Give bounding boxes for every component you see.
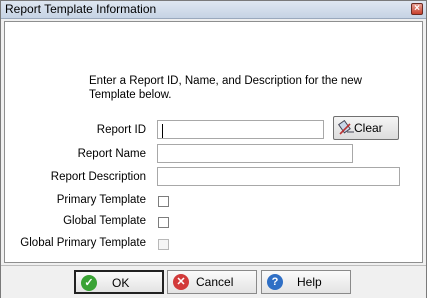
- global-primary-template-checkbox: [158, 239, 169, 250]
- help-button[interactable]: ? Help: [261, 270, 351, 294]
- clear-button-label: Clear: [354, 121, 383, 135]
- clear-button[interactable]: Clear: [333, 116, 399, 140]
- ok-button-label: OK: [112, 276, 130, 290]
- primary-template-label: Primary Template: [56, 194, 146, 206]
- text-caret: [162, 124, 163, 138]
- intro-text: Enter a Report ID, Name, and Description…: [89, 75, 362, 101]
- report-template-dialog: Report Template Information × Enter a Re…: [0, 0, 427, 298]
- form-panel: Enter a Report ID, Name, and Description…: [4, 21, 423, 263]
- window-title: Report Template Information: [5, 2, 157, 16]
- report-description-input[interactable]: [157, 167, 400, 186]
- global-template-label: Global Template: [63, 215, 146, 227]
- title-bar[interactable]: Report Template Information ×: [1, 1, 426, 19]
- button-bar: ✓ OK ✕ Cancel ? Help: [1, 265, 426, 298]
- report-id-input[interactable]: [157, 120, 324, 139]
- close-icon: ×: [414, 3, 420, 14]
- cancel-button[interactable]: ✕ Cancel: [167, 270, 257, 294]
- question-circle-icon: ?: [267, 274, 283, 290]
- global-template-checkbox[interactable]: [158, 217, 169, 228]
- report-description-label: Report Description: [50, 171, 146, 183]
- cancel-button-label: Cancel: [196, 275, 234, 289]
- check-circle-icon: ✓: [81, 275, 97, 291]
- ok-button[interactable]: ✓ OK: [74, 270, 164, 294]
- close-button[interactable]: ×: [411, 3, 423, 15]
- global-primary-template-label: Global Primary Template: [20, 237, 146, 249]
- report-name-input[interactable]: [157, 144, 353, 163]
- x-circle-icon: ✕: [173, 274, 189, 290]
- primary-template-checkbox[interactable]: [158, 196, 169, 207]
- help-button-label: Help: [297, 275, 322, 289]
- report-id-label: Report ID: [96, 124, 146, 136]
- report-name-label: Report Name: [77, 148, 146, 160]
